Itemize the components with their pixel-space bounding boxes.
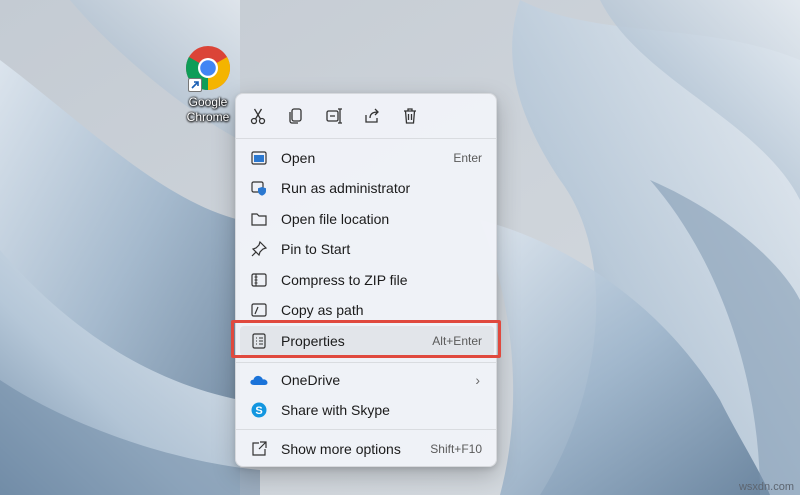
- chrome-logo-icon: [184, 44, 232, 92]
- menu-item-label: Run as administrator: [281, 180, 411, 196]
- desktop-shortcut-google-chrome[interactable]: Google Chrome: [176, 44, 240, 125]
- rename-button[interactable]: [320, 102, 348, 130]
- menu-item-shortcut: Enter: [453, 151, 482, 165]
- rename-icon: [326, 108, 342, 124]
- menu-item-compress-to-zip-file[interactable]: Compress to ZIP file: [240, 265, 494, 295]
- desktop-shortcut-label: Google Chrome: [186, 95, 230, 124]
- chevron-right-icon: ›: [475, 372, 480, 388]
- menu-item-label: Copy as path: [281, 302, 364, 318]
- share-icon: [365, 108, 379, 123]
- onedrive-icon: [249, 370, 269, 390]
- menu-item-label: Pin to Start: [281, 241, 351, 257]
- menu-item-pin-to-start[interactable]: Pin to Start: [240, 234, 494, 264]
- more-options-icon: [249, 439, 269, 459]
- menu-separator: [236, 138, 496, 139]
- menu-item-label: Open: [281, 150, 316, 166]
- cut-icon: [250, 108, 266, 125]
- annotation-highlight-box: [231, 320, 501, 358]
- menu-item-label: Show more options: [281, 441, 401, 457]
- menu-item-run-as-administrator[interactable]: Run as administrator: [240, 173, 494, 203]
- menu-item-label: OneDrive: [281, 372, 341, 388]
- watermark: wsxdn.com: [738, 481, 794, 493]
- menu-item-share-with-skype[interactable]: S Share with Skype: [240, 395, 494, 425]
- menu-item-label: Share with Skype: [281, 402, 390, 418]
- shield-icon: [249, 178, 269, 198]
- copy-icon: [289, 108, 302, 124]
- menu-item-show-more-options[interactable]: Show more options Shift+F10: [240, 434, 494, 464]
- svg-text:S: S: [255, 405, 262, 417]
- shortcut-arrow-icon: [188, 78, 202, 92]
- zip-icon: [249, 270, 269, 290]
- menu-item-label: Open file location: [281, 211, 390, 227]
- menu-item-shortcut: Shift+F10: [430, 442, 482, 456]
- menu-item-label: Compress to ZIP file: [281, 272, 408, 288]
- open-app-icon: [249, 148, 269, 168]
- copy-button[interactable]: [282, 102, 310, 130]
- delete-icon: [404, 108, 416, 124]
- menu-separator: [236, 429, 496, 430]
- share-button[interactable]: [358, 102, 386, 130]
- delete-button[interactable]: [396, 102, 424, 130]
- cut-button[interactable]: [244, 102, 272, 130]
- pin-icon: [249, 239, 269, 259]
- copy-path-icon: [249, 300, 269, 320]
- context-menu-toolbar: [236, 94, 496, 136]
- menu-item-onedrive[interactable]: OneDrive ›: [240, 365, 494, 395]
- skype-icon: S: [249, 400, 269, 420]
- menu-item-open[interactable]: Open Enter: [240, 143, 494, 173]
- context-menu: Open Enter Run as administrator Open fil…: [235, 93, 497, 467]
- menu-item-open-file-location[interactable]: Open file location: [240, 204, 494, 234]
- menu-separator: [236, 362, 496, 363]
- folder-icon: [249, 209, 269, 229]
